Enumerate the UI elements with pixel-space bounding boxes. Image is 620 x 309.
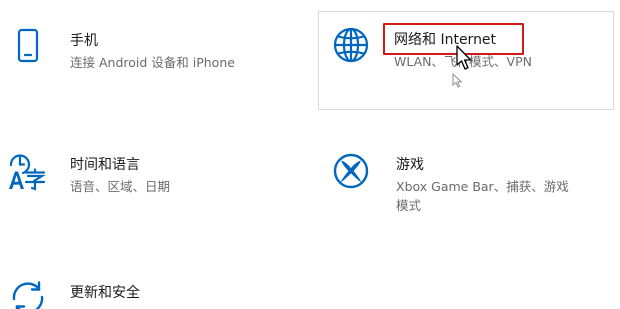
tile-description: 语音、区域、日期 xyxy=(70,179,171,194)
tile-title: 手机 xyxy=(70,33,98,49)
mouse-cursor-icon xyxy=(455,44,475,76)
phone-icon xyxy=(8,26,48,66)
cursor-ghost-icon xyxy=(452,72,464,93)
update-security-icon xyxy=(8,278,48,309)
annotation-highlight-box xyxy=(383,23,524,55)
xbox-icon xyxy=(331,151,371,191)
settings-tile-phone[interactable]: 手机 连接 Android 设备和 iPhone xyxy=(0,14,300,84)
tile-title: 更新和安全 xyxy=(70,285,140,301)
tile-description-line-1: Xbox Game Bar、捕获、游戏 xyxy=(396,179,569,194)
settings-tile-time-language[interactable]: 时间和语言 语音、区域、日期 xyxy=(0,142,300,212)
tile-description: Xbox Game Bar、捕获、游戏 模式 xyxy=(396,177,569,215)
tile-title: 时间和语言 xyxy=(70,157,140,173)
globe-icon xyxy=(331,25,371,65)
settings-tile-update-security[interactable]: 更新和安全 xyxy=(0,270,300,309)
time-language-icon xyxy=(7,151,47,191)
tile-description: 连接 Android 设备和 iPhone xyxy=(70,55,235,70)
tile-title: 游戏 xyxy=(396,157,424,173)
settings-home: 手机 连接 Android 设备和 iPhone 网络和 Internet WL… xyxy=(0,0,620,309)
settings-tile-gaming[interactable]: 游戏 Xbox Game Bar、捕获、游戏 模式 xyxy=(318,142,614,222)
tile-description-line-2: 模式 xyxy=(396,198,422,213)
